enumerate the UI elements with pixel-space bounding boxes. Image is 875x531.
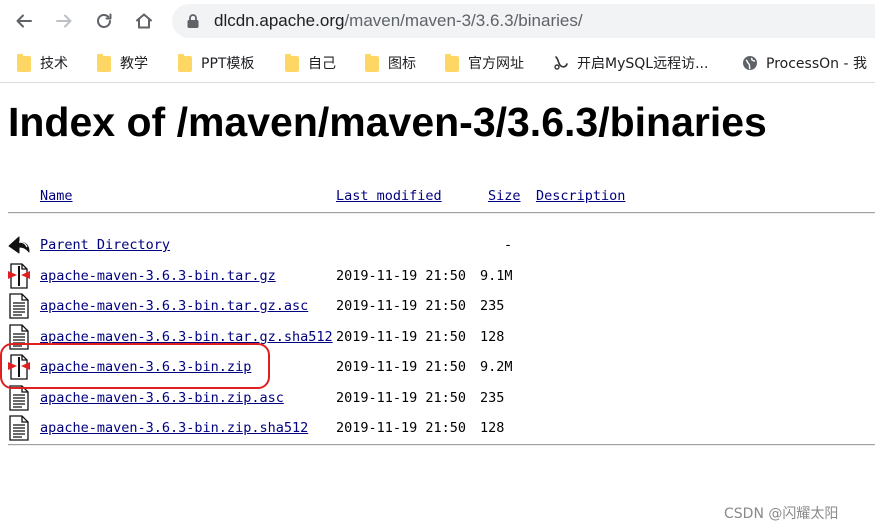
highlight-annotation [0,343,270,389]
file-date: 2019-11-19 21:50 [336,390,467,406]
file-date: 2019-11-19 21:50 [336,359,467,375]
browser-toolbar: dlcdn.apache.org/maven/maven-3/3.6.3/bin… [0,0,875,42]
file-date: 2019-11-19 21:50 [336,329,467,345]
file-size: 235 [480,390,505,406]
url-text: dlcdn.apache.org/maven/maven-3/3.6.3/bin… [214,11,583,31]
bookmark-item[interactable]: PPT模板 [177,52,254,74]
bookmark-label: PPT模板 [201,56,255,72]
watermark: CSDN @闪耀太阳 [724,506,839,522]
file-size: 9.2M [480,359,513,375]
file-date: 2019-11-19 21:50 [336,420,467,436]
table-row: apache-maven-3.6.3-bin.tar.gz.asc 2019-1… [0,291,875,321]
file-size: 128 [480,329,505,345]
file-size: 9.1M [480,268,513,284]
url-host: dlcdn.apache.org [214,11,345,30]
page-title: Index of /maven/maven-3/3.6.3/binaries [8,99,767,145]
folder-icon [177,54,193,72]
file-link[interactable]: apache-maven-3.6.3-bin.tar.gz [40,268,276,284]
file-size: 128 [480,420,505,436]
table-row: apache-maven-3.6.3-bin.tar.gz 2019-11-19… [0,261,875,291]
bookmark-item[interactable]: 图标 [364,52,416,74]
file-link[interactable]: apache-maven-3.6.3-bin.zip.sha512 [40,420,308,436]
folder-icon [444,54,460,72]
archive-icon [8,263,30,289]
bookmark-label: ProcessOn - 我 [766,56,867,72]
table-row: apache-maven-3.6.3-bin.zip.sha512 2019-1… [0,413,875,443]
bookmark-label: 图标 [388,56,416,72]
text-file-icon [9,415,29,441]
home-button[interactable] [132,9,156,33]
bookmark-item[interactable]: 教学 [96,52,148,74]
url-path: /maven/maven-3/3.6.3/binaries/ [344,11,583,30]
home-icon [136,13,152,29]
column-header-name[interactable]: Name [40,188,73,204]
bookmark-item[interactable]: ProcessOn - 我 [742,52,867,74]
bookmark-label: 教学 [120,56,148,72]
forward-button[interactable] [52,9,76,33]
reload-icon [97,13,112,28]
bookmark-item[interactable]: 官方网址 [444,52,524,74]
back-button[interactable] [12,9,36,33]
file-size: - [504,237,513,253]
bookmarks-bar: 技术 教学 PPT模板 自己 图标 官方网址 开启MySQL远程访... Pro… [0,44,875,83]
bookmark-item[interactable]: 技术 [16,52,68,74]
table-row: Parent Directory - [0,230,875,260]
bookmark-item[interactable]: 自己 [284,52,336,74]
file-date: 2019-11-19 21:50 [336,298,467,314]
file-date: 2019-11-19 21:50 [336,268,467,284]
folder-icon [284,54,300,72]
bookmark-item[interactable]: 开启MySQL远程访... [553,52,708,74]
folder-icon [96,54,112,72]
globe-icon [743,56,757,70]
bookmark-label: 自己 [308,56,336,72]
bookmark-label: 官方网址 [468,56,524,72]
lock-icon [187,14,199,28]
back-arrow-icon [8,236,30,254]
parent-directory-link[interactable]: Parent Directory [40,237,170,253]
site-favicon-icon [554,56,568,70]
header-divider [8,212,875,214]
reload-button[interactable] [92,9,116,33]
bookmark-label: 开启MySQL远程访... [577,56,709,72]
bookmark-label: 技术 [40,56,68,72]
folder-icon [16,54,32,72]
text-file-icon [9,293,29,319]
footer-divider [8,444,875,446]
file-size: 235 [480,298,505,314]
file-link[interactable]: apache-maven-3.6.3-bin.tar.gz.asc [40,298,308,314]
forward-arrow-icon [56,14,72,28]
file-link[interactable]: apache-maven-3.6.3-bin.zip.asc [40,390,284,406]
column-header-last-modified[interactable]: Last modified [336,188,442,204]
address-bar[interactable]: dlcdn.apache.org/maven/maven-3/3.6.3/bin… [172,4,875,38]
column-header-description[interactable]: Description [536,188,625,204]
column-header-size[interactable]: Size [488,188,521,204]
back-arrow-icon [16,14,32,28]
folder-icon [364,54,380,72]
